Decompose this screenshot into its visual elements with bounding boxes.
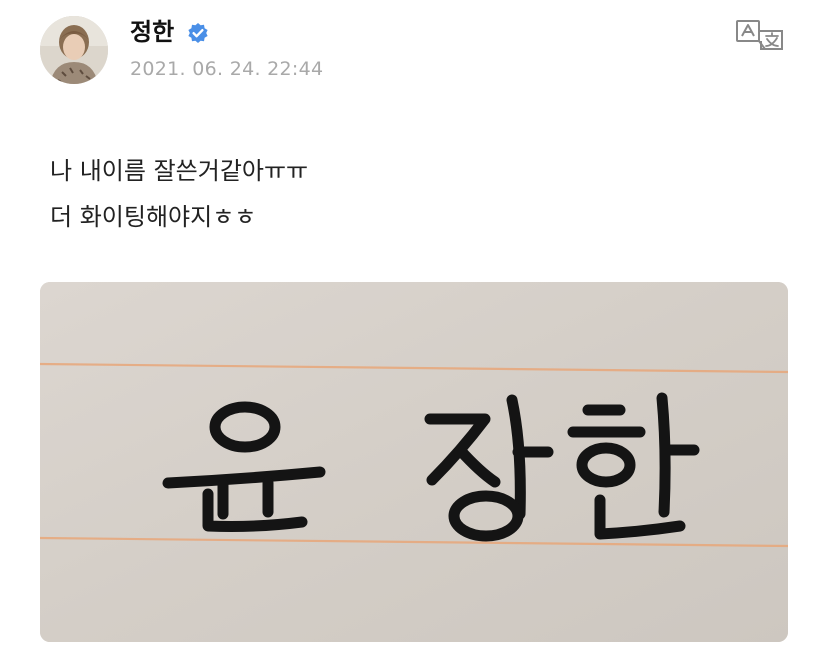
handwritten-name-photo: 윤 정 한 [40, 282, 788, 642]
post-timestamp: 2021. 06. 24. 22:44 [130, 58, 324, 80]
translate-icon [736, 20, 783, 50]
translate-button[interactable] [735, 19, 785, 51]
author-name[interactable]: 정한 [130, 16, 174, 48]
post-image[interactable]: 윤 정 한 [40, 282, 788, 642]
verified-badge-icon [188, 23, 208, 43]
post-text: 나 내이름 잘쓴거같아ㅠㅠ 더 화이팅해야지ㅎㅎ [50, 148, 308, 240]
avatar-photo [40, 16, 108, 84]
post-card: 정한 2021. 06. 24. 22:44 나 내이름 잘쓴거같아ㅠㅠ 더 화… [0, 0, 827, 660]
avatar[interactable] [40, 16, 108, 84]
post-text-line-2: 더 화이팅해야지ㅎㅎ [50, 203, 257, 231]
post-text-line-1: 나 내이름 잘쓴거같아ㅠㅠ [50, 157, 309, 185]
